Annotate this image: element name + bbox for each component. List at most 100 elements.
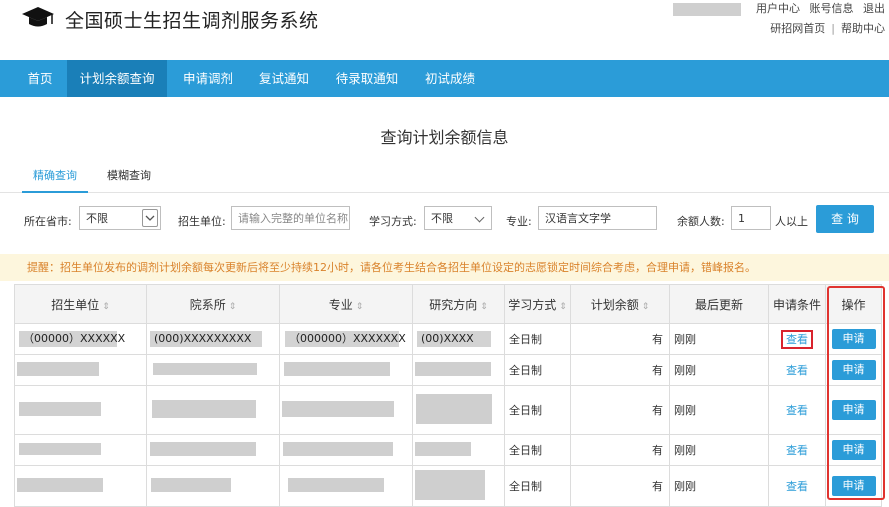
- col-header-dept[interactable]: 院系所 ⇕: [146, 284, 280, 324]
- masked-unit[interactable]: [19, 442, 101, 455]
- updated-cell: 刚刚: [669, 385, 769, 435]
- major-input[interactable]: 汉语言文字学: [538, 206, 657, 230]
- notice-banner: 提醒：招生单位发布的调剂计划余额每次更新后将至少持续12小时，请各位考生结合各招…: [0, 254, 889, 281]
- updated-cell: 刚刚: [669, 323, 769, 355]
- graduation-cap-icon: [22, 7, 54, 27]
- page-title: 查询计划余额信息: [380, 128, 509, 147]
- col-header-major[interactable]: 专业 ⇕: [279, 284, 413, 324]
- direction-cell: (00)XXXX: [417, 331, 491, 347]
- masked-dept: [151, 477, 231, 492]
- user-bar: 用户中心 账号信息 退出: [672, 0, 885, 16]
- apply-button[interactable]: 申请: [831, 400, 876, 420]
- masked-unit[interactable]: [19, 401, 101, 416]
- balance-table: 招生单位 ⇕ 院系所 ⇕ 专业 ⇕ 研究方向 ⇕ 学习方式 ⇕ 计划余额 ⇕ 最后更新 申请…: [14, 284, 882, 507]
- balance-cell: 有: [570, 434, 670, 466]
- masked-unit[interactable]: [17, 361, 99, 376]
- major-label: 专业:: [506, 215, 532, 228]
- masked-username: [672, 2, 741, 16]
- header: 全国硕士生招生调剂服务系统 用户中心 账号信息 退出 研招网首页 | 帮助中心: [0, 0, 889, 60]
- masked-dept: [150, 441, 256, 456]
- view-condition-link[interactable]: 查看: [786, 364, 808, 377]
- balance-cell: 有: [570, 323, 670, 355]
- balance-cell: 有: [570, 354, 670, 386]
- apply-button[interactable]: 申请: [831, 476, 876, 496]
- sub-links: 研招网首页 | 帮助中心: [770, 20, 885, 36]
- masked-direction: [415, 441, 471, 456]
- logout-link[interactable]: 退出: [863, 2, 885, 15]
- link-separator: |: [831, 22, 835, 35]
- masked-major: [283, 441, 393, 456]
- tab-fuzzy-query[interactable]: 模糊查询: [98, 167, 160, 191]
- unit-input[interactable]: 请输入完整的单位名称: [231, 206, 350, 230]
- view-condition-link[interactable]: 查看: [781, 330, 813, 349]
- view-condition-link[interactable]: 查看: [786, 480, 808, 493]
- mode-cell: 全日制: [504, 385, 571, 435]
- table-row: 全日制 有 刚刚 查看 申请: [14, 385, 882, 435]
- updated-cell: 刚刚: [669, 434, 769, 466]
- table-header-row: 招生单位 ⇕ 院系所 ⇕ 专业 ⇕ 研究方向 ⇕ 学习方式 ⇕ 计划余额 ⇕ 最后更新 申请…: [14, 284, 882, 324]
- table-row: （00000）XXXXXX (000)XXXXXXXXX （000000）XXX…: [14, 323, 882, 355]
- nav-item-admission-notice[interactable]: 待录取通知: [326, 60, 408, 97]
- nav-item-apply-transfer[interactable]: 申请调剂: [172, 60, 244, 97]
- unit-cell[interactable]: （00000）XXXXXX: [19, 331, 125, 347]
- query-tabs: 精确查询 模糊查询: [0, 160, 889, 193]
- updated-cell: 刚刚: [669, 354, 769, 386]
- mode-select[interactable]: 不限: [424, 206, 492, 230]
- masked-major: [284, 361, 390, 376]
- major-cell: （000000）XXXXXXX: [285, 331, 406, 347]
- chevron-down-icon: [142, 209, 158, 227]
- main-nav: 首页 计划余额查询 申请调剂 复试通知 待录取通知 初试成绩: [0, 60, 889, 97]
- yanzhao-home-link[interactable]: 研招网首页: [770, 22, 825, 35]
- updated-cell: 刚刚: [669, 465, 769, 507]
- masked-direction: [415, 361, 491, 376]
- apply-button[interactable]: 申请: [831, 329, 876, 349]
- count-suffix: 人以上: [775, 215, 808, 228]
- masked-unit[interactable]: [17, 477, 103, 492]
- filter-bar: 所在省市: 不限 招生单位: 请输入完整的单位名称 学习方式: 不限 专业: 汉…: [0, 204, 889, 234]
- col-header-condition: 申请条件: [768, 284, 826, 324]
- table-row: 全日制 有 刚刚 查看 申请: [14, 434, 882, 466]
- col-header-updated: 最后更新: [669, 284, 769, 324]
- unit-label: 招生单位:: [178, 215, 226, 228]
- nav-item-home[interactable]: 首页: [16, 60, 64, 97]
- nav-item-retest-notice[interactable]: 复试通知: [248, 60, 320, 97]
- province-label: 所在省市:: [24, 215, 72, 228]
- help-center-link[interactable]: 帮助中心: [841, 22, 885, 35]
- masked-dept: [153, 362, 257, 375]
- province-value: 不限: [86, 212, 108, 225]
- view-condition-link[interactable]: 查看: [786, 404, 808, 417]
- balance-cell: 有: [570, 465, 670, 507]
- nav-item-plan-balance[interactable]: 计划余额查询: [67, 60, 167, 97]
- mode-value: 不限: [431, 212, 453, 225]
- masked-major: [288, 477, 384, 492]
- masked-major: [282, 400, 394, 417]
- mode-cell: 全日制: [504, 465, 571, 507]
- account-info-link[interactable]: 账号信息: [810, 2, 854, 15]
- dept-cell: (000)XXXXXXXXX: [150, 331, 262, 347]
- query-button[interactable]: 查 询: [816, 205, 874, 233]
- nav-item-exam-score[interactable]: 初试成绩: [414, 60, 486, 97]
- tab-exact-query[interactable]: 精确查询: [22, 167, 88, 193]
- masked-direction: [415, 469, 485, 500]
- mode-cell: 全日制: [504, 434, 571, 466]
- user-center-link[interactable]: 用户中心: [756, 2, 800, 15]
- balance-cell: 有: [570, 385, 670, 435]
- view-condition-link[interactable]: 查看: [786, 444, 808, 457]
- mode-label: 学习方式:: [369, 215, 417, 228]
- col-header-action: 操作: [825, 284, 882, 324]
- mode-cell: 全日制: [504, 354, 571, 386]
- count-input[interactable]: 1: [731, 206, 771, 230]
- masked-direction: [416, 393, 492, 424]
- apply-button[interactable]: 申请: [831, 360, 876, 380]
- count-label: 余额人数:: [677, 215, 725, 228]
- mode-cell: 全日制: [504, 323, 571, 355]
- col-header-balance[interactable]: 计划余额 ⇕: [570, 284, 670, 324]
- col-header-unit[interactable]: 招生单位 ⇕: [14, 284, 147, 324]
- apply-button[interactable]: 申请: [831, 440, 876, 460]
- col-header-direction[interactable]: 研究方向 ⇕: [412, 284, 505, 324]
- col-header-mode[interactable]: 学习方式 ⇕: [504, 284, 571, 324]
- province-select[interactable]: 不限: [79, 206, 161, 230]
- table-row: 全日制 有 刚刚 查看 申请: [14, 465, 882, 507]
- site-title: 全国硕士生招生调剂服务系统: [65, 10, 319, 32]
- table-row: 全日制 有 刚刚 查看 申请: [14, 354, 882, 386]
